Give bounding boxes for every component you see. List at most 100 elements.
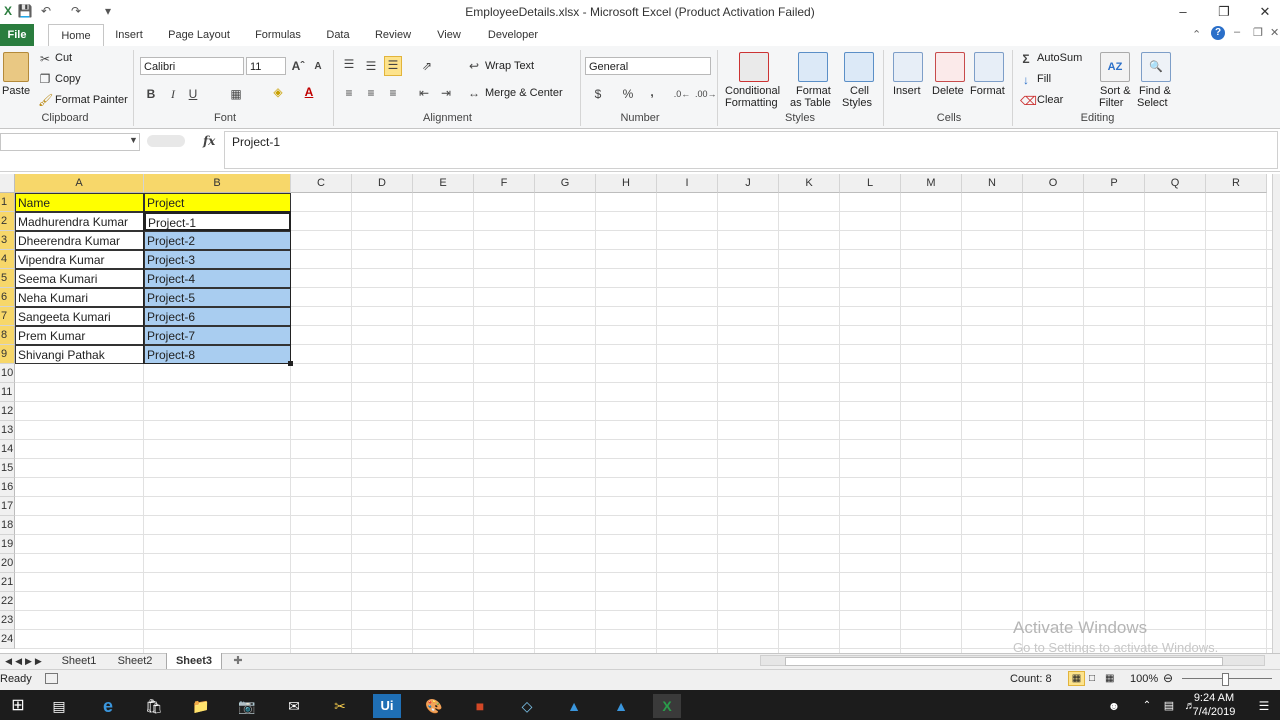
align-bottom-icon[interactable]: ☰ <box>384 56 402 76</box>
font-color-icon[interactable]: A <box>302 84 316 100</box>
shrink-font-icon[interactable]: A <box>312 59 324 75</box>
macro-record-icon[interactable] <box>45 673 58 684</box>
find-select-label2[interactable]: Select <box>1137 97 1168 109</box>
row-header-21[interactable]: 21 <box>0 573 15 592</box>
page-layout-view-icon[interactable]: □ <box>1089 673 1095 684</box>
sheet-tab-sheet1[interactable]: Sheet1 <box>54 653 104 669</box>
row-header-22[interactable]: 22 <box>0 592 15 611</box>
cell-a1[interactable]: Name <box>15 193 144 212</box>
orientation-icon[interactable]: ⇗ <box>418 58 436 74</box>
file-explorer-icon[interactable]: 📁 <box>187 694 215 718</box>
horizontal-scrollbar[interactable] <box>760 655 1265 666</box>
column-header-i[interactable]: I <box>657 174 718 193</box>
column-header-b[interactable]: B <box>144 174 291 193</box>
fill-button[interactable]: Fill <box>1037 73 1051 85</box>
formula-input[interactable]: Project-1 <box>224 131 1278 169</box>
name-box-dropdown-icon[interactable]: ▼ <box>129 135 138 145</box>
bold-icon[interactable]: B <box>145 86 157 102</box>
app-a-icon[interactable]: ▲ <box>560 694 588 718</box>
column-header-a[interactable]: A <box>15 174 144 193</box>
column-header-l[interactable]: L <box>840 174 901 193</box>
cell-a9[interactable]: Shivangi Pathak <box>15 345 144 364</box>
worksheet-grid[interactable]: ABCDEFGHIJKLMNOPQR 1 2 3 4 5 6 7 8 9 10 11 12 13 14 15… <box>0 174 1272 654</box>
sort-filter-label2[interactable]: Filter <box>1099 97 1123 109</box>
column-header-m[interactable]: M <box>901 174 962 193</box>
wrap-text-button[interactable]: Wrap Text <box>485 60 534 72</box>
fill-color-icon[interactable]: ◈ <box>270 84 286 100</box>
conditional-formatting-button[interactable]: Conditional <box>725 85 780 97</box>
format-painter-button[interactable]: Format Painter <box>55 94 128 106</box>
cut-button[interactable]: Cut <box>55 52 72 64</box>
row-header-5[interactable]: 5 <box>0 269 15 288</box>
close-button[interactable]: ✕ <box>1242 0 1280 24</box>
paste-icon[interactable] <box>3 52 29 82</box>
column-header-r[interactable]: R <box>1206 174 1267 193</box>
tab-home[interactable]: Home <box>48 24 104 48</box>
align-center-icon[interactable]: ≡ <box>364 85 378 101</box>
row-header-8[interactable]: 8 <box>0 326 15 345</box>
cell-a2[interactable]: Madhurendra Kumar <box>15 212 144 231</box>
paste-button[interactable]: Paste <box>2 85 30 97</box>
row-header-4[interactable]: 4 <box>0 250 15 269</box>
insert-sheet-icon[interactable]: ✚ <box>226 653 250 669</box>
column-header-g[interactable]: G <box>535 174 596 193</box>
app-a2-icon[interactable]: ▲ <box>607 694 635 718</box>
store-icon[interactable]: 🛍 <box>140 694 168 718</box>
format-cells-button[interactable]: Format <box>970 85 1005 97</box>
comma-style-icon[interactable]: , <box>646 84 658 100</box>
insert-cells-button[interactable]: Insert <box>893 85 921 97</box>
name-box[interactable] <box>0 133 140 151</box>
tab-data[interactable]: Data <box>320 24 356 46</box>
conditional-formatting-icon[interactable] <box>739 52 769 82</box>
sheet-nav-arrows-icon[interactable]: ◀◀▶▶ <box>0 653 50 669</box>
column-header-n[interactable]: N <box>962 174 1023 193</box>
help-icon[interactable]: ? <box>1211 26 1225 40</box>
sheet-tab-sheet3[interactable]: Sheet3 <box>166 653 222 669</box>
row-header-17[interactable]: 17 <box>0 497 15 516</box>
row-header-10[interactable]: 10 <box>0 364 15 383</box>
cell-a8[interactable]: Prem Kumar <box>15 326 144 345</box>
people-icon[interactable]: ☻ <box>1100 694 1128 718</box>
increase-decimal-icon[interactable]: .0← <box>673 86 691 102</box>
cell-a6[interactable]: Neha Kumari <box>15 288 144 307</box>
cell-styles-label2[interactable]: Styles <box>842 97 872 109</box>
zoom-level[interactable]: 100% <box>1130 673 1158 685</box>
row-header-9[interactable]: 9 <box>0 345 15 364</box>
tab-insert[interactable]: Insert <box>110 24 148 46</box>
cell-styles-button[interactable]: Cell <box>850 85 869 97</box>
column-header-d[interactable]: D <box>352 174 413 193</box>
cell-a4[interactable]: Vipendra Kumar <box>15 250 144 269</box>
cell-b6[interactable]: Project-5 <box>144 288 291 307</box>
workbook-restore-icon[interactable]: ❐ <box>1253 26 1263 39</box>
cell-b2[interactable]: Project-1 <box>144 212 291 231</box>
tab-formulas[interactable]: Formulas <box>250 24 306 46</box>
mail-icon[interactable]: ✉ <box>280 694 308 718</box>
wrap-text-icon[interactable]: ↩ <box>466 58 482 74</box>
excel-taskbar-icon[interactable]: X <box>653 694 681 718</box>
workbook-close-icon[interactable]: ✕ <box>1270 26 1279 39</box>
merge-center-button[interactable]: Merge & Center <box>485 87 563 99</box>
merge-center-icon[interactable]: ↔ <box>466 85 482 101</box>
normal-view-icon[interactable]: ▦ <box>1068 671 1085 686</box>
tab-review[interactable]: Review <box>370 24 416 46</box>
format-as-table-icon[interactable] <box>798 52 828 82</box>
conditional-formatting-label2[interactable]: Formatting <box>725 97 778 109</box>
cell-a3[interactable]: Dheerendra Kumar <box>15 231 144 250</box>
decrease-indent-icon[interactable]: ⇤ <box>416 85 432 101</box>
row-header-7[interactable]: 7 <box>0 307 15 326</box>
grow-font-icon[interactable]: Aˆ <box>291 58 305 74</box>
row-header-12[interactable]: 12 <box>0 402 15 421</box>
align-top-icon[interactable]: ☰ <box>342 56 356 72</box>
task-view-icon[interactable]: ▤ <box>45 694 73 718</box>
cell-a5[interactable]: Seema Kumari <box>15 269 144 288</box>
copy-button[interactable]: Copy <box>55 73 81 85</box>
row-header-13[interactable]: 13 <box>0 421 15 440</box>
clear-icon[interactable]: ⌫ <box>1020 93 1037 109</box>
decrease-decimal-icon[interactable]: .00→ <box>695 86 717 102</box>
find-select-icon[interactable]: 🔍 <box>1141 52 1171 82</box>
font-size-select[interactable]: 11 <box>246 57 286 75</box>
row-header-20[interactable]: 20 <box>0 554 15 573</box>
windows-start-icon[interactable]: ⊞ <box>4 694 32 718</box>
format-as-table-button[interactable]: Format <box>796 85 831 97</box>
row-header-1[interactable]: 1 <box>0 193 15 212</box>
